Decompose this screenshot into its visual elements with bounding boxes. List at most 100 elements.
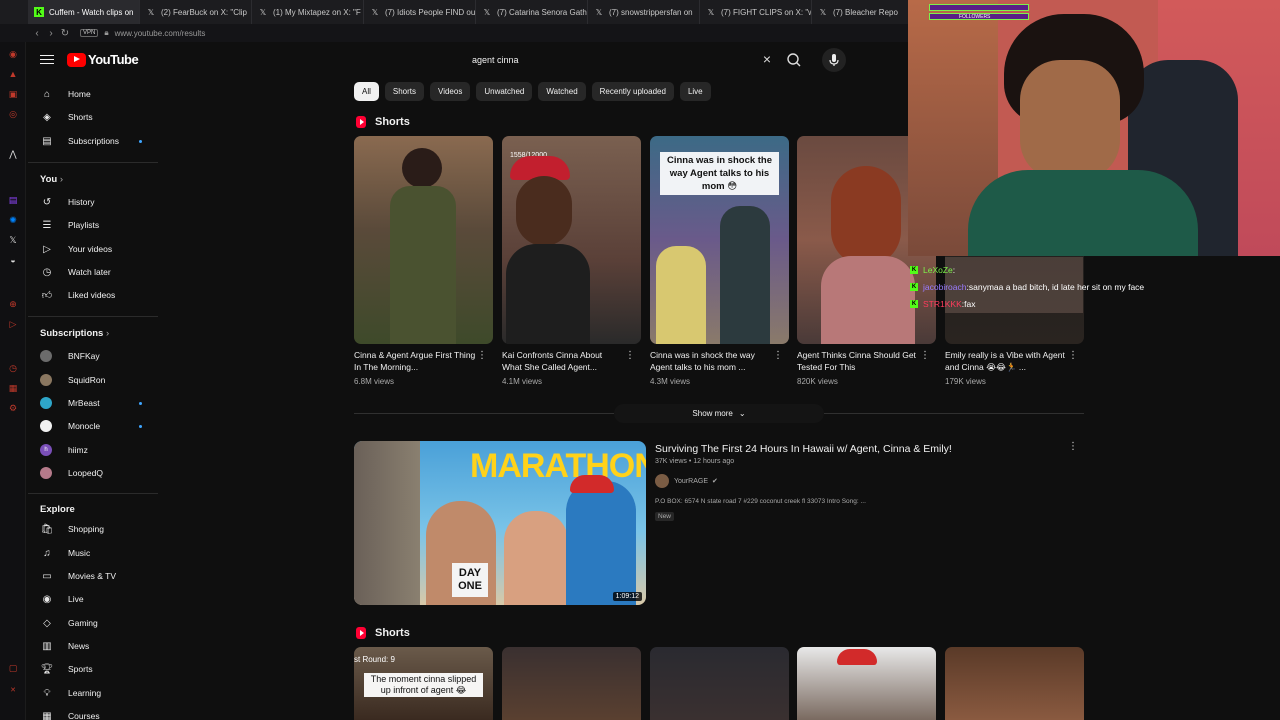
more-options-icon[interactable]: ⋮ xyxy=(920,350,930,361)
twitch-icon[interactable]: ▤ xyxy=(7,194,19,206)
sidebar-channel[interactable]: BNFKay xyxy=(28,345,158,367)
browser-tab[interactable]: K Cuffem - Watch clips on xyxy=(28,0,140,24)
chip-shorts[interactable]: Shorts xyxy=(384,82,425,101)
panel-icon[interactable]: ✕ xyxy=(7,684,19,696)
sidebar-item-sports[interactable]: 🏆︎ Sports xyxy=(28,658,158,680)
sidebar-item-liked-videos[interactable]: 👍︎ Liked videos xyxy=(28,284,158,306)
short-thumbnail[interactable] xyxy=(354,136,493,344)
sidebar-item-home[interactable]: ⌂ Home xyxy=(28,83,158,105)
chip-recently-uploaded[interactable]: Recently uploaded xyxy=(591,82,674,101)
video-thumbnail[interactable]: MARATHON DAY ONE 1:09:12 xyxy=(354,441,646,605)
sidebar-channel[interactable]: Monocle xyxy=(28,415,158,437)
clear-search-icon[interactable]: × xyxy=(760,52,774,66)
menu-icon[interactable] xyxy=(40,52,54,66)
sidebar-item-subscriptions[interactable]: ▤ Subscriptions xyxy=(28,130,158,152)
history-icon[interactable]: ◷ xyxy=(7,362,19,374)
sidebar-item-playlists[interactable]: ☰ Playlists xyxy=(28,214,158,236)
chat-username: LeXoZe xyxy=(923,264,953,275)
sidebar-item-your-videos[interactable]: ▷ Your videos xyxy=(28,238,158,260)
chip-videos[interactable]: Videos xyxy=(430,82,471,101)
chip-live[interactable]: Live xyxy=(679,82,711,101)
search-button[interactable] xyxy=(784,50,804,70)
short-title[interactable]: Emily really is a Vibe with Agent and Ci… xyxy=(945,349,1067,373)
more-options-icon[interactable]: ⋮ xyxy=(1068,350,1078,361)
you-heading[interactable]: You › xyxy=(40,174,63,185)
forward-icon[interactable]: › xyxy=(44,28,58,39)
sidebar-item-watch-later[interactable]: ◷ Watch later xyxy=(28,261,158,283)
reload-icon[interactable]: ↻ xyxy=(58,28,72,39)
short-title[interactable]: Cinna was in shock the way Agent talks t… xyxy=(650,349,772,373)
short-thumbnail[interactable] xyxy=(945,647,1084,720)
short-thumbnail[interactable]: 1558/12000 xyxy=(502,136,641,344)
panel-icon[interactable]: ◉ xyxy=(7,48,19,60)
more-options-icon[interactable]: ⋮ xyxy=(625,350,635,361)
chip-all[interactable]: All xyxy=(354,82,379,101)
short-title[interactable]: Agent Thinks Cinna Should Get Tested For… xyxy=(797,349,919,373)
streamer-webcam xyxy=(908,0,1280,256)
panel-icon[interactable]: ▲ xyxy=(7,68,19,80)
back-icon[interactable]: ‹ xyxy=(30,28,44,39)
sidebar-channel[interactable]: h hiimz xyxy=(28,439,158,461)
vpn-badge[interactable]: VPN xyxy=(80,29,99,37)
divider xyxy=(28,493,158,494)
short-card[interactable]: 1558/12000 Kai Confronts Cinna About Wha… xyxy=(502,136,641,386)
sidebar-item-shorts[interactable]: ◈ Shorts xyxy=(28,106,158,128)
kick-icon: K xyxy=(910,265,918,274)
browser-tab[interactable]: 𝕏 (7) FIGHT CLIPS on X: "w xyxy=(700,0,812,24)
messenger-icon[interactable]: ✺ xyxy=(7,214,19,226)
video-title[interactable]: Surviving The First 24 Hours In Hawaii w… xyxy=(655,443,952,455)
sidebar-item-courses[interactable]: ▦ Courses xyxy=(28,705,158,720)
discord-icon[interactable]: ◒ xyxy=(7,254,19,266)
chip-unwatched[interactable]: Unwatched xyxy=(476,82,533,101)
panel-icon[interactable]: ▦ xyxy=(7,382,19,394)
sidebar-item-movies[interactable]: ▭ Movies & TV xyxy=(28,565,158,587)
short-thumbnail[interactable]: Cinna was in shock the way Agent talks t… xyxy=(650,136,789,344)
sidebar-item-music[interactable]: ♫ Music xyxy=(28,542,158,564)
more-options-icon[interactable]: ⋮ xyxy=(477,350,487,361)
browser-tab[interactable]: 𝕏 (2) FearBuck on X: "Clip xyxy=(140,0,252,24)
shopping-icon: 🛍︎ xyxy=(40,523,54,535)
sidebar-item-news[interactable]: ▥ News xyxy=(28,635,158,657)
short-thumbnail[interactable] xyxy=(502,647,641,720)
panel-icon[interactable]: ▣ xyxy=(7,88,19,100)
voice-search-button[interactable] xyxy=(822,48,846,72)
browser-tab[interactable]: 𝕏 (7) Idiots People FIND ou xyxy=(364,0,476,24)
sidebar-item-live[interactable]: ◉ Live xyxy=(28,588,158,610)
settings-icon[interactable]: ⚙ xyxy=(7,402,19,414)
short-title[interactable]: Kai Confronts Cinna About What She Calle… xyxy=(502,349,624,373)
short-title[interactable]: Cinna & Agent Argue First Thing In The M… xyxy=(354,349,476,373)
sidebar-item-learning[interactable]: 💡︎ Learning xyxy=(28,682,158,704)
short-thumbnail[interactable]: st Round: 9 The moment cinna slipped up … xyxy=(354,647,493,720)
short-card[interactable]: Cinna & Agent Argue First Thing In The M… xyxy=(354,136,493,386)
panel-icon[interactable]: ⊕ xyxy=(7,298,19,310)
more-options-icon[interactable]: ⋮ xyxy=(773,350,783,361)
panel-icon[interactable]: ◎ xyxy=(7,108,19,120)
url-field[interactable]: www.youtube.com/results xyxy=(115,29,206,38)
search-input[interactable]: agent cinna xyxy=(462,48,780,72)
sidebar-item-history[interactable]: ↺ History xyxy=(28,191,158,213)
panel-icon[interactable]: ▷ xyxy=(7,318,19,330)
sidebar-item-gaming[interactable]: ◇ Gaming xyxy=(28,612,158,634)
short-thumbnail[interactable] xyxy=(650,647,789,720)
sidebar-channel[interactable]: SquidRon xyxy=(28,369,158,391)
more-options-icon[interactable]: ⋮ xyxy=(1068,441,1078,452)
subscriptions-heading[interactable]: Subscriptions › xyxy=(40,328,109,339)
sidebar-channel[interactable]: MrBeast xyxy=(28,392,158,414)
browser-tab[interactable]: 𝕏 (7) Catarina Senora Gath xyxy=(476,0,588,24)
browser-tab[interactable]: 𝕏 (1) My Mixtapez on X: "F xyxy=(252,0,364,24)
show-more-button[interactable]: Show more ⌄ xyxy=(614,404,824,423)
video-channel[interactable]: YourRAGE ✔ xyxy=(655,474,718,488)
x-icon[interactable]: 𝕏 xyxy=(7,234,19,246)
streamer-face xyxy=(1020,60,1120,180)
panel-icon[interactable]: ▢ xyxy=(7,662,19,674)
sidebar-channel[interactable]: LoopedQ xyxy=(28,462,158,484)
sidebar-item-shopping[interactable]: 🛍︎ Shopping xyxy=(28,518,158,540)
panel-icon[interactable]: ⋀ xyxy=(7,148,19,160)
short-thumbnail[interactable] xyxy=(797,647,936,720)
chip-watched[interactable]: Watched xyxy=(538,82,586,101)
video-duration: 1:09:12 xyxy=(612,592,642,601)
chevron-right-icon: › xyxy=(59,174,64,185)
youtube-logo[interactable]: YouTube xyxy=(67,52,139,67)
short-card[interactable]: Cinna was in shock the way Agent talks t… xyxy=(650,136,789,386)
browser-tab[interactable]: 𝕏 (7) snowstrippersfan on xyxy=(588,0,700,24)
